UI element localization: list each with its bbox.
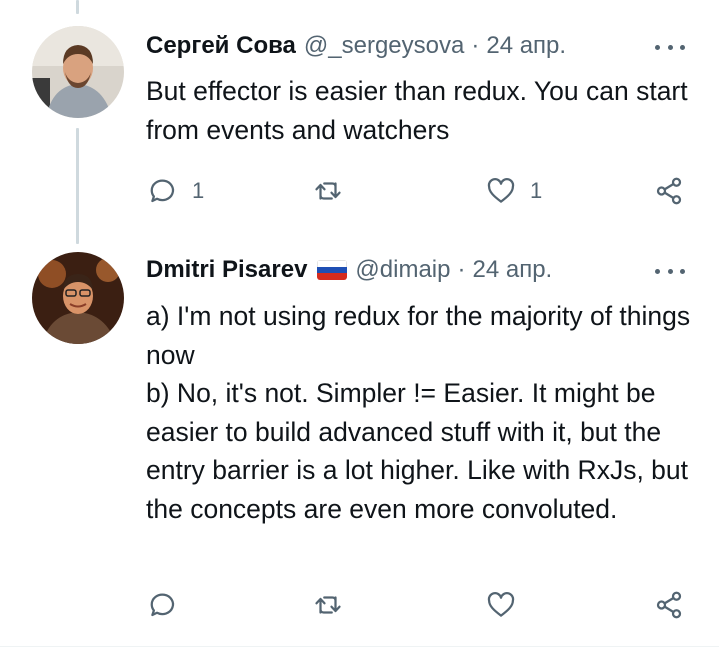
tweet-date[interactable]: 24 апр.	[472, 256, 552, 284]
avatar[interactable]	[32, 26, 124, 118]
tweet-text: But effector is easier than redux. You c…	[146, 76, 695, 145]
russia-flag-icon	[317, 260, 348, 280]
heart-icon	[487, 178, 515, 203]
like-button[interactable]: 1	[486, 173, 542, 209]
tweet-actions: 1 1	[0, 173, 719, 209]
share-icon	[656, 177, 682, 205]
author-name[interactable]: Dmitri Pisarev	[146, 256, 307, 284]
reply-button[interactable]	[148, 587, 192, 623]
separator-dot: ·	[471, 32, 480, 59]
heart-icon	[487, 592, 515, 617]
separator-dot: ·	[457, 256, 466, 283]
reply-button[interactable]: 1	[148, 173, 204, 209]
share-button[interactable]	[654, 173, 684, 209]
retweet-icon	[315, 596, 341, 614]
author-handle[interactable]: @_sergeysova	[304, 32, 464, 60]
tweet[interactable]: Dmitri Pisarev @dimaip · 24 апр. a) I'm …	[0, 236, 719, 651]
tweet-header: Сергей Сова @_sergeysova · 24 апр.	[146, 31, 566, 61]
share-icon	[656, 591, 682, 619]
avatar[interactable]	[32, 252, 124, 344]
reply-count: 1	[192, 178, 205, 203]
reply-icon	[150, 593, 175, 617]
like-count: 1	[530, 178, 543, 203]
tweet-date[interactable]: 24 апр.	[486, 32, 566, 60]
tweet-actions	[0, 587, 719, 623]
tweet-header: Dmitri Pisarev @dimaip · 24 апр.	[146, 255, 552, 285]
tweet-text: a) I'm not using redux for the majority …	[146, 301, 691, 524]
like-button[interactable]	[486, 587, 530, 623]
author-name[interactable]: Сергей Сова	[146, 32, 296, 60]
more-options-icon[interactable]	[655, 261, 685, 281]
more-options-icon[interactable]	[655, 37, 685, 57]
retweet-button[interactable]	[313, 173, 357, 209]
tweet[interactable]: Сергей Сова @_sergeysova · 24 апр. But e…	[0, 0, 719, 236]
divider	[0, 646, 719, 647]
author-handle[interactable]: @dimaip	[355, 256, 450, 284]
share-button[interactable]	[654, 587, 684, 623]
retweet-button[interactable]	[313, 587, 357, 623]
reply-icon	[150, 179, 175, 203]
retweet-icon	[315, 182, 341, 200]
